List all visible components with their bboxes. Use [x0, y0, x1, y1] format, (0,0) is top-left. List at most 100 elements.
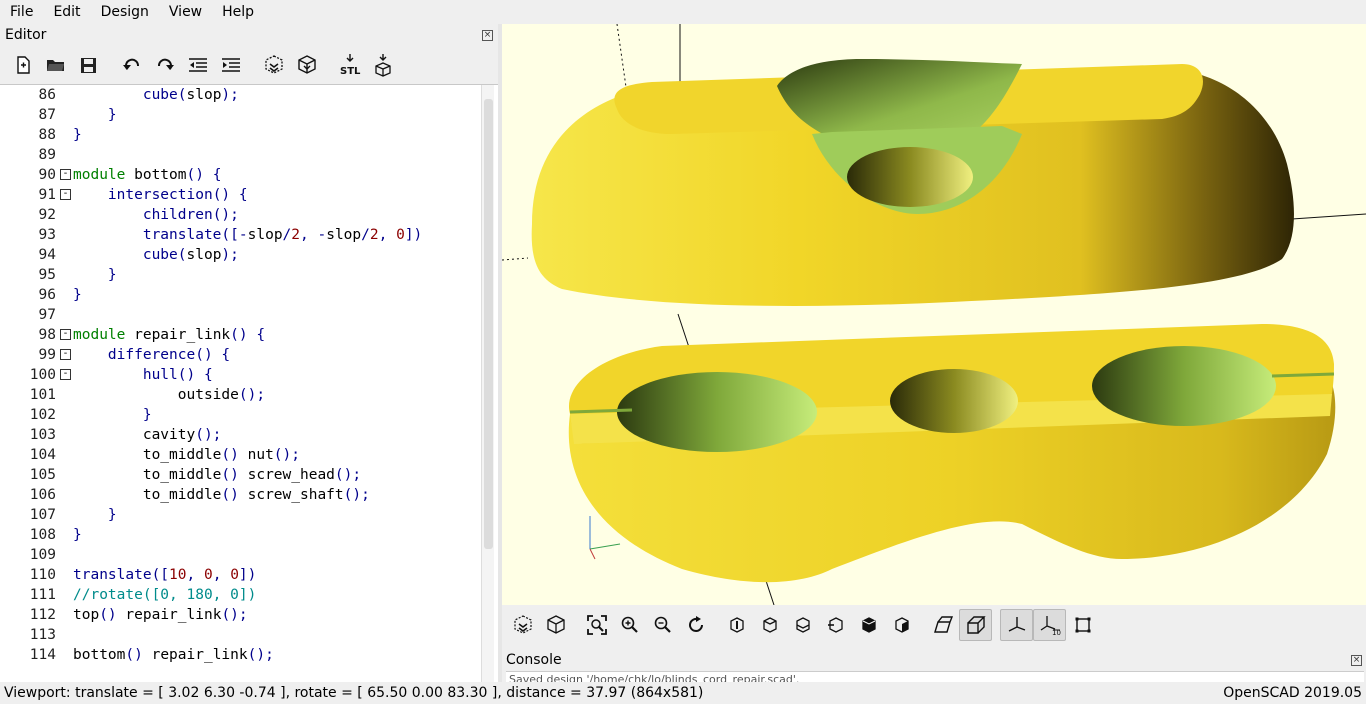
render-icon[interactable]: [290, 50, 323, 80]
view-top-icon[interactable]: [753, 609, 786, 641]
fold-toggle-icon[interactable]: -: [60, 369, 71, 380]
code-line[interactable]: 89: [0, 145, 480, 165]
code-line[interactable]: 92 children();: [0, 205, 480, 225]
code-line[interactable]: 112 top() repair_link();: [0, 605, 480, 625]
reset-view-icon[interactable]: [679, 609, 712, 641]
code-line[interactable]: 87 }: [0, 105, 480, 125]
code-token: }: [107, 107, 117, 123]
code-line[interactable]: 110 translate([10, 0, 0]): [0, 565, 480, 585]
code-line[interactable]: 113: [0, 625, 480, 645]
code-line[interactable]: 97: [0, 305, 480, 325]
code-line[interactable]: 95 }: [0, 265, 480, 285]
svg-text:10: 10: [1052, 629, 1061, 636]
code-line[interactable]: 101 outside();: [0, 385, 480, 405]
code-token: ();: [221, 607, 248, 623]
code-token: , -: [300, 227, 327, 243]
fold-toggle-icon[interactable]: -: [60, 189, 71, 200]
code-line[interactable]: 114 bottom() repair_link();: [0, 645, 480, 665]
fold-toggle-icon[interactable]: -: [60, 349, 71, 360]
view-toolbar: 10: [502, 605, 1366, 645]
code-text: translate([-slop/2, -slop/2, 0]): [73, 225, 422, 245]
code-token: slop: [186, 87, 222, 103]
show-edges-icon[interactable]: [1066, 609, 1099, 641]
new-file-icon[interactable]: [6, 50, 39, 80]
editor-scrollbar[interactable]: [481, 85, 494, 682]
perspective-icon[interactable]: [926, 609, 959, 641]
menu-file[interactable]: File: [0, 0, 43, 24]
console-output[interactable]: Saved design '/home/chk/lo/blinds_cord_r…: [506, 671, 1364, 682]
code-line[interactable]: 88}: [0, 125, 480, 145]
fold-toggle-icon[interactable]: -: [60, 169, 71, 180]
code-line[interactable]: 93 translate([-slop/2, -slop/2, 0]): [0, 225, 480, 245]
line-number: 106: [29, 487, 56, 503]
code-token: repair_link: [125, 327, 231, 343]
code-line[interactable]: 111 //rotate([0, 180, 0]): [0, 585, 480, 605]
show-scale-markers-icon[interactable]: 10: [1033, 609, 1066, 641]
view-bottom-icon[interactable]: [786, 609, 819, 641]
code-text: }: [73, 285, 82, 305]
code-token: }: [73, 127, 82, 143]
editor-title: Editor: [5, 27, 47, 43]
zoom-in-icon[interactable]: [613, 609, 646, 641]
save-file-icon[interactable]: [72, 50, 105, 80]
code-line[interactable]: 96}: [0, 285, 480, 305]
orthogonal-icon[interactable]: [959, 609, 992, 641]
code-line[interactable]: 100- hull() {: [0, 365, 480, 385]
menu-help[interactable]: Help: [212, 0, 264, 24]
code-token: to_middle: [73, 467, 222, 483]
3d-viewport[interactable]: [502, 24, 1366, 605]
preview-icon[interactable]: [257, 50, 290, 80]
code-line[interactable]: 98- module repair_link() {: [0, 325, 480, 345]
menu-design[interactable]: Design: [91, 0, 159, 24]
code-line[interactable]: 90- module bottom() {: [0, 165, 480, 185]
render-icon[interactable]: [539, 609, 572, 641]
code-text: outside();: [73, 385, 265, 405]
code-text: hull() {: [73, 365, 213, 385]
code-token: slop: [326, 227, 362, 243]
code-line[interactable]: 94 cube(slop);: [0, 245, 480, 265]
open-file-icon[interactable]: [39, 50, 72, 80]
preview-icon[interactable]: [506, 609, 539, 641]
view-back-icon[interactable]: [885, 609, 918, 641]
code-line[interactable]: 99- difference() {: [0, 345, 480, 365]
code-line[interactable]: 105 to_middle() screw_head();: [0, 465, 480, 485]
code-text: module bottom() {: [73, 165, 221, 185]
code-editor[interactable]: 86 cube(slop); 87 } 88} 89 90- module bottom(…: [0, 84, 498, 682]
code-line[interactable]: 103 cavity();: [0, 425, 480, 445]
menu-edit[interactable]: Edit: [43, 0, 90, 24]
view-front-icon[interactable]: [852, 609, 885, 641]
show-axes-icon[interactable]: [1000, 609, 1033, 641]
export-stl-icon[interactable]: STL: [333, 50, 366, 80]
code-line[interactable]: 86 cube(slop);: [0, 85, 480, 105]
send-to-3d-print-icon[interactable]: [366, 50, 399, 80]
code-line[interactable]: 107 }: [0, 505, 480, 525]
unindent-icon[interactable]: [181, 50, 214, 80]
editor-close-icon[interactable]: ×: [482, 29, 493, 41]
line-number: 110: [29, 567, 56, 583]
console-close-icon[interactable]: ×: [1351, 654, 1362, 666]
indent-icon[interactable]: [214, 50, 247, 80]
fold-toggle-icon[interactable]: -: [60, 329, 71, 340]
code-line[interactable]: 102 }: [0, 405, 480, 425]
code-line[interactable]: 91- intersection() {: [0, 185, 480, 205]
code-line[interactable]: 108}: [0, 525, 480, 545]
menu-view[interactable]: View: [159, 0, 212, 24]
code-text: //rotate([0, 180, 0]): [73, 585, 256, 605]
code-line[interactable]: 106 to_middle() screw_shaft();: [0, 485, 480, 505]
redo-icon[interactable]: [148, 50, 181, 80]
code-line[interactable]: 104 to_middle() nut();: [0, 445, 480, 465]
view-all-icon[interactable]: [580, 609, 613, 641]
view-right-icon[interactable]: [720, 609, 753, 641]
code-line[interactable]: 109: [0, 545, 480, 565]
code-token: /: [361, 227, 370, 243]
code-token: }: [73, 287, 82, 303]
console-title: Console: [506, 652, 562, 668]
code-text: difference() {: [73, 345, 230, 365]
undo-icon[interactable]: [115, 50, 148, 80]
editor-scroll-thumb[interactable]: [484, 99, 493, 549]
zoom-out-icon[interactable]: [646, 609, 679, 641]
code-token: ]): [238, 567, 257, 583]
view-left-icon[interactable]: [819, 609, 852, 641]
code-token: cube: [142, 247, 178, 263]
